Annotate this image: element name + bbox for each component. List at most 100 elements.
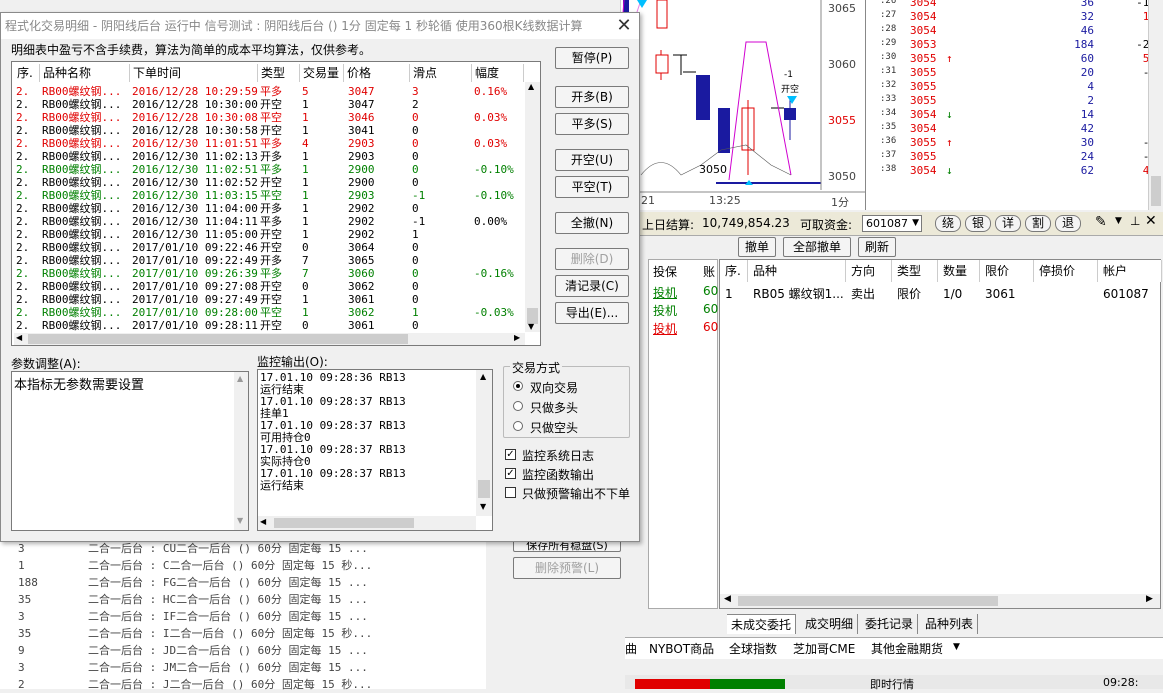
float-icon[interactable]: ⊥ [1130,214,1140,228]
scroll-right-icon[interactable]: ▶ [514,333,520,342]
monitor-hscroll[interactable]: ◀ [258,516,476,530]
trade-mode-option[interactable]: 只做多头 [530,399,578,416]
strategy-row[interactable]: 35 二合一后台 : I二合一后台 () 60分 固定每 15 秒... [0,625,500,642]
grid-col-header[interactable]: 序. [14,64,40,82]
trade-mode-option[interactable]: 只做空头 [530,419,578,436]
grid-col-header[interactable]: 价格 [344,64,410,82]
cancel-all-orders-button[interactable]: 全部撤单 [783,237,851,257]
scroll-left-icon[interactable]: ◀ [16,333,22,342]
scroll-down-icon[interactable]: ▼ [480,502,486,511]
scroll-down-icon[interactable]: ▼ [528,322,534,331]
monitor-output[interactable]: 17.01.10 09:28:36 RB13 运行结束 17.01.10 09:28… [257,369,493,531]
cancel-all-button[interactable]: 全撤(N) [555,212,629,234]
refresh-button[interactable]: 刷新 [858,237,896,257]
orders-cell[interactable]: 限价 [892,284,938,304]
orders-col-header[interactable]: 方向 [846,260,892,282]
grid-col-header[interactable]: 交易量 [300,64,344,82]
strategy-row[interactable]: 3 二合一后台 : IF二合一后台 () 60分 固定每 15 ... [0,608,500,625]
scroll-up-icon[interactable]: ▲ [237,374,243,383]
delete-button[interactable]: 删除(D) [555,248,629,270]
strategy-row[interactable]: 3 二合一后台 : JM二合一后台 () 60分 固定每 15 ... [0,659,500,676]
trade-row[interactable]: 2. RB00螺纹钢... 2016/12/30 11:01:51 平多 4 2903 0 0… [14,137,524,150]
open-short-button[interactable]: 开空(U) [555,149,629,171]
close-long-button[interactable]: 平多(S) [555,113,629,135]
kline-chart[interactable]: -1 开空 3050 3065 3060 3055 3050 21 13:25 … [620,0,866,210]
toolbar-icon-button[interactable]: 银 [965,215,991,232]
bottom-tab[interactable]: 品种列表 [921,614,979,634]
export-button[interactable]: 导出(E)... [555,302,629,324]
scroll-up-icon[interactable]: ▲ [528,82,534,91]
trade-row[interactable]: 2. RB00螺纹钢... 2017/01/10 09:28:00 平空 1 3062 1 -… [14,306,524,319]
bottom-tab[interactable]: 未成交委托 [727,614,797,634]
toolbar-icon-button[interactable]: 详 [995,215,1021,232]
strategy-list[interactable]: 3 二合一后台 : CU二合一后台 () 60分 固定每 15 ... 1 二合一后台… [0,540,500,691]
orders-cell[interactable]: 3061 [980,284,1034,304]
trade-row[interactable]: 2. RB00螺纹钢... 2017/01/10 09:22:49 开多 7 3065 0 [14,254,524,267]
scroll-thumb[interactable] [28,334,408,344]
strategy-row[interactable]: 35 二合一后台 : HC二合一后台 () 60分 固定每 15 ... [0,591,500,608]
option-label[interactable]: 监控系统日志 [522,447,594,464]
market-tab[interactable]: 芝加哥CME [793,640,855,657]
pending-orders-table[interactable]: 序. 品种 方向 类型 数量 限价 停损价 帐户 1 RB05 螺纹钢1... 卖出 限价 1/0 30… [719,259,1162,609]
clear-records-button[interactable]: 清记录(C) [555,275,629,297]
toolbar-icon-button[interactable]: 绕 [935,215,961,232]
trade-mode-radio[interactable] [513,381,523,391]
scroll-left-icon[interactable]: ◀ [260,517,266,526]
scroll-left-icon[interactable]: ◀ [724,594,731,604]
grid-col-header[interactable]: 品种名称 [40,64,130,82]
trade-row[interactable]: 2. RB00螺纹钢... 2016/12/30 11:02:52 开空 1 2900 0 [14,176,524,189]
trade-mode-option[interactable]: 双向交易 [530,379,578,396]
orders-col-header[interactable]: 品种 [748,260,846,282]
orders-col-header[interactable]: 停损价 [1034,260,1098,282]
orders-col-header[interactable]: 限价 [980,260,1034,282]
grid-col-header[interactable]: 滑点 [410,64,472,82]
orders-col-header[interactable]: 帐户 [1098,260,1162,282]
strategy-row[interactable]: 1 二合一后台 : C二合一后台 () 60分 固定每 15 秒... [0,557,500,574]
monitor-vscroll[interactable]: ▲ ▼ [476,370,492,516]
grid-vscroll[interactable]: ▲ ▼ [525,82,540,332]
trade-row[interactable]: 2. RB00螺纹钢... 2016/12/28 10:30:00 开空 1 3047 2 [14,98,524,111]
market-tab[interactable]: 全球指数 [729,640,777,657]
trade-row[interactable]: 2. RB00螺纹钢... 2016/12/30 11:05:00 开空 1 2902 1 [14,228,524,241]
trade-row[interactable]: 2. RB00螺纹钢... 2017/01/10 09:27:08 开空 0 3062 0 [14,280,524,293]
pin-icon[interactable]: ✎ [1095,214,1107,230]
market-tab[interactable]: 其他金融期货 [871,640,943,657]
tick-scrollbar[interactable] [1148,0,1163,210]
strategy-row[interactable]: 9 二合一后台 : JD二合一后台 () 60分 固定每 15 ... [0,642,500,659]
orders-cell[interactable] [1034,284,1098,304]
scroll-thumb[interactable] [738,596,998,606]
cancel-order-button[interactable]: 撤单 [738,237,776,257]
trade-mode-radio[interactable] [513,421,523,431]
grid-col-header[interactable]: 类型 [258,64,300,82]
market-tab[interactable]: NYBOT商品 [649,640,714,657]
realtime-label[interactable]: 即时行情 [870,676,914,692]
scroll-down-icon[interactable]: ▼ [237,516,243,525]
trade-row[interactable]: 2. RB00螺纹钢... 2016/12/30 11:04:00 开多 1 2902 0 [14,202,524,215]
pause-button[interactable]: 暂停(P) [555,47,629,69]
strategy-row[interactable]: 2 二合一后台 : J二合一后台 () 60分 固定每 15 秒... [0,676,500,693]
open-long-button[interactable]: 开多(B) [555,86,629,108]
trade-row[interactable]: 2. RB00螺纹钢... 2017/01/10 09:26:39 平多 7 3060 0 -… [14,267,524,280]
bottom-tab[interactable]: 成交明细 [801,614,859,634]
account-select[interactable]: 601087 ▼ [862,215,922,232]
close-icon[interactable]: ✕ [1145,213,1157,229]
orders-col-header[interactable]: 数量 [938,260,980,282]
trade-row[interactable]: 2. RB00螺纹钢... 2016/12/28 10:30:08 平空 1 3046 0 0… [14,111,524,124]
toolbar-icon-button[interactable]: 割 [1025,215,1051,232]
orders-cell[interactable]: 1/0 [938,284,980,304]
option-checkbox[interactable]: ✓ [505,449,516,460]
strategy-scrollbar[interactable] [486,540,500,689]
close-short-button[interactable]: 平空(T) [555,176,629,198]
scroll-thumb[interactable] [478,480,490,498]
grid-col-header[interactable]: 幅度 [472,64,524,82]
trade-row[interactable]: 2. RB00螺纹钢... 2017/01/10 09:27:49 开空 1 3061 0 [14,293,524,306]
hedge-link[interactable]: 投机 [653,284,677,301]
option-label[interactable]: 只做预警输出不下单 [522,485,630,502]
orders-cell[interactable]: 1 [720,284,748,304]
trade-row[interactable]: 2. RB00螺纹钢... 2016/12/30 11:02:13 开多 1 2903 0 [14,150,524,163]
market-tab[interactable]: 曲 [625,640,637,657]
option-checkbox[interactable]: ✓ [505,468,516,479]
orders-hscroll[interactable]: ◀ ▶ [720,594,1160,608]
orders-cell[interactable]: 601087 [1098,284,1162,304]
trade-row[interactable]: 2. RB00螺纹钢... 2016/12/30 11:04:11 平多 1 2902 -1… [14,215,524,228]
